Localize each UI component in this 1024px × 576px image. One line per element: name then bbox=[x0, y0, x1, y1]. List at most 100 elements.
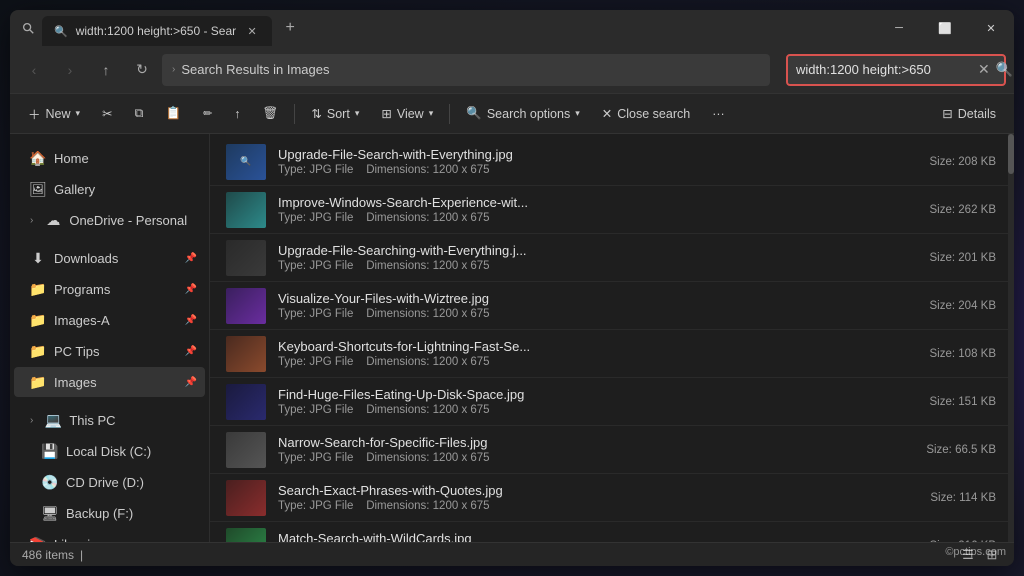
table-row[interactable]: Match-Search-with-WildCards.jpg Type: JP… bbox=[210, 522, 1008, 542]
file-meta: Type: JPG File Dimensions: 1200 x 675 bbox=[278, 500, 884, 512]
search-submit-icon[interactable]: 🔍 bbox=[996, 61, 1013, 78]
table-row[interactable]: Keyboard-Shortcuts-for-Lightning-Fast-Se… bbox=[210, 330, 1008, 378]
sort-icon: ⇅ bbox=[311, 106, 321, 121]
new-tab-button[interactable]: + bbox=[276, 14, 304, 42]
folder-pctips-icon: 📁 bbox=[30, 343, 46, 359]
forward-button[interactable]: › bbox=[54, 54, 86, 86]
close-button[interactable]: ✕ bbox=[968, 10, 1014, 46]
sidebar-item-label: Images-A bbox=[54, 313, 110, 328]
status-bar: 486 items | ☰ ⊞ bbox=[10, 542, 1014, 566]
copy-button[interactable]: ⧉ bbox=[125, 98, 154, 130]
address-bar: ‹ › ↑ ↻ › Search Results in Images ✕ 🔍 bbox=[10, 46, 1014, 94]
table-row[interactable]: 🔍 Upgrade-File-Search-with-Everything.jp… bbox=[210, 138, 1008, 186]
sidebar-item-images[interactable]: 📁 Images 📌 bbox=[14, 367, 205, 397]
sort-button[interactable]: ⇅ Sort ▾ bbox=[301, 98, 369, 130]
sidebar: 🏠 Home 🖼 Gallery › ☁ OneDrive - Personal… bbox=[10, 134, 210, 542]
sidebar-item-label: Home bbox=[54, 151, 89, 166]
search-options-button[interactable]: 🔍 Search options ▾ bbox=[456, 98, 590, 130]
view-label: View bbox=[397, 107, 424, 121]
toolbar-separator-1 bbox=[294, 104, 295, 124]
file-info: Keyboard-Shortcuts-for-Lightning-Fast-Se… bbox=[278, 339, 884, 368]
rename-button[interactable]: ✏ bbox=[193, 98, 222, 130]
table-row[interactable]: Upgrade-File-Searching-with-Everything.j… bbox=[210, 234, 1008, 282]
sidebar-item-label: Backup (F:) bbox=[66, 506, 133, 521]
content-area: 🏠 Home 🖼 Gallery › ☁ OneDrive - Personal… bbox=[10, 134, 1014, 542]
local-disk-icon: 💾 bbox=[42, 443, 58, 459]
sidebar-item-programs[interactable]: 📁 Programs 📌 bbox=[14, 274, 205, 304]
sidebar-item-libraries[interactable]: 📚 Libraries bbox=[14, 529, 205, 542]
tab-close-button[interactable]: ✕ bbox=[244, 23, 260, 39]
more-button[interactable]: ··· bbox=[702, 98, 735, 130]
file-thumbnail bbox=[226, 336, 266, 372]
back-button[interactable]: ‹ bbox=[18, 54, 50, 86]
file-meta: Type: JPG File Dimensions: 1200 x 675 bbox=[278, 356, 884, 368]
window-controls: ─ ⬜ ✕ bbox=[876, 10, 1014, 46]
active-tab[interactable]: 🔍 width:1200 height:>650 - Sear ✕ bbox=[42, 16, 272, 46]
sort-chevron-icon: ▾ bbox=[355, 108, 360, 119]
sidebar-item-label: CD Drive (D:) bbox=[66, 475, 144, 490]
more-label: ··· bbox=[712, 107, 725, 121]
pin-icon: 📌 bbox=[185, 377, 197, 388]
scrollbar[interactable] bbox=[1008, 134, 1014, 542]
sidebar-item-label: OneDrive - Personal bbox=[69, 213, 187, 228]
search-options-icon: 🔍 bbox=[466, 106, 482, 121]
sidebar-item-local-disk[interactable]: 💾 Local Disk (C:) bbox=[14, 436, 205, 466]
delete-button[interactable]: 🗑 bbox=[253, 98, 289, 130]
file-size: Size: 262 KB bbox=[896, 204, 996, 216]
file-name: Visualize-Your-Files-with-Wiztree.jpg bbox=[278, 291, 884, 306]
sidebar-item-images-a[interactable]: 📁 Images-A 📌 bbox=[14, 305, 205, 335]
share-button[interactable]: ↑ bbox=[224, 98, 250, 130]
table-row[interactable]: Visualize-Your-Files-with-Wiztree.jpg Ty… bbox=[210, 282, 1008, 330]
details-button[interactable]: ⊟ Details bbox=[932, 98, 1006, 130]
up-button[interactable]: ↑ bbox=[90, 54, 122, 86]
new-button[interactable]: ＋ New ▾ bbox=[18, 98, 90, 130]
file-thumbnail bbox=[226, 192, 266, 228]
toolbar: ＋ New ▾ ✂ ⧉ 📋 ✏ ↑ 🗑 ⇅ Sort ▾ ⊞ View bbox=[10, 94, 1014, 134]
address-path: Search Results in Images bbox=[181, 62, 329, 77]
maximize-button[interactable]: ⬜ bbox=[922, 10, 968, 46]
file-info: Find-Huge-Files-Eating-Up-Disk-Space.jpg… bbox=[278, 387, 884, 416]
table-row[interactable]: Narrow-Search-for-Specific-Files.jpg Typ… bbox=[210, 426, 1008, 474]
folder-programs-icon: 📁 bbox=[30, 281, 46, 297]
sidebar-item-backup[interactable]: 🖥 Backup (F:) bbox=[14, 498, 205, 528]
share-icon: ↑ bbox=[234, 107, 240, 121]
tab-search-icon: 🔍 bbox=[54, 25, 68, 38]
view-button[interactable]: ⊞ View ▾ bbox=[371, 98, 443, 130]
title-bar: 🔍 width:1200 height:>650 - Sear ✕ + ─ ⬜ … bbox=[10, 10, 1014, 46]
sidebar-item-thispc[interactable]: › 💻 This PC bbox=[14, 405, 205, 435]
close-search-button[interactable]: ✕ Close search bbox=[592, 98, 700, 130]
search-input[interactable] bbox=[796, 62, 972, 77]
sidebar-item-downloads[interactable]: ⬇ Downloads 📌 bbox=[14, 243, 205, 273]
details-label: Details bbox=[958, 107, 996, 121]
table-row[interactable]: Improve-Windows-Search-Experience-wit...… bbox=[210, 186, 1008, 234]
toolbar-separator-2 bbox=[449, 104, 450, 124]
sidebar-item-onedrive[interactable]: › ☁ OneDrive - Personal bbox=[14, 205, 205, 235]
refresh-button[interactable]: ↻ bbox=[126, 54, 158, 86]
paste-button[interactable]: 📋 bbox=[155, 98, 191, 130]
table-row[interactable]: Find-Huge-Files-Eating-Up-Disk-Space.jpg… bbox=[210, 378, 1008, 426]
file-thumbnail bbox=[226, 288, 266, 324]
sidebar-item-gallery[interactable]: 🖼 Gallery bbox=[14, 174, 205, 204]
search-options-label: Search options bbox=[487, 107, 570, 121]
search-box[interactable]: ✕ 🔍 bbox=[786, 54, 1006, 86]
file-meta: Type: JPG File Dimensions: 1200 x 675 bbox=[278, 308, 884, 320]
sidebar-item-cd-drive[interactable]: 💿 CD Drive (D:) bbox=[14, 467, 205, 497]
sidebar-item-pctips[interactable]: 📁 PC Tips 📌 bbox=[14, 336, 205, 366]
file-thumbnail: 🔍 bbox=[226, 144, 266, 180]
paste-icon: 📋 bbox=[165, 106, 181, 121]
minimize-button[interactable]: ─ bbox=[876, 10, 922, 46]
sidebar-item-home[interactable]: 🏠 Home bbox=[14, 143, 205, 173]
table-row[interactable]: Search-Exact-Phrases-with-Quotes.jpg Typ… bbox=[210, 474, 1008, 522]
cut-icon: ✂ bbox=[102, 106, 112, 121]
tab-area: 🔍 width:1200 height:>650 - Sear ✕ + bbox=[42, 10, 876, 46]
address-input[interactable]: › Search Results in Images bbox=[162, 54, 770, 86]
file-info: Visualize-Your-Files-with-Wiztree.jpg Ty… bbox=[278, 291, 884, 320]
file-info: Upgrade-File-Search-with-Everything.jpg … bbox=[278, 147, 884, 176]
downloads-icon: ⬇ bbox=[30, 250, 46, 266]
file-size: Size: 204 KB bbox=[896, 300, 996, 312]
file-size: Size: 114 KB bbox=[896, 492, 996, 504]
home-icon: 🏠 bbox=[30, 150, 46, 166]
cut-button[interactable]: ✂ bbox=[92, 98, 122, 130]
delete-icon: 🗑 bbox=[263, 106, 279, 121]
search-clear-button[interactable]: ✕ bbox=[978, 61, 990, 78]
